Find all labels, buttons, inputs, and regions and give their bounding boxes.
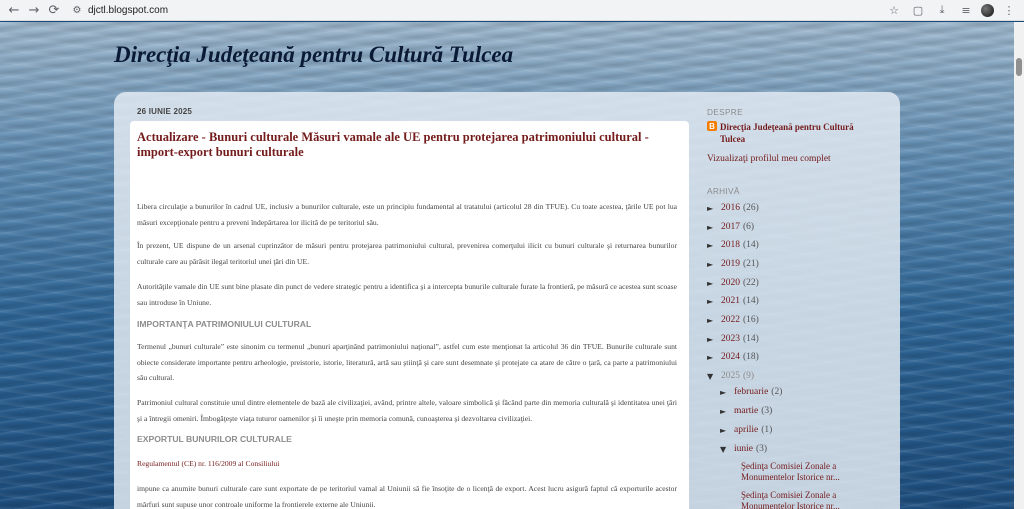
triangle-right-icon[interactable]: ► xyxy=(720,407,734,416)
archive-month-link[interactable]: aprilie xyxy=(734,425,758,435)
about-heading: DESPRE xyxy=(707,107,743,117)
triangle-right-icon[interactable]: ► xyxy=(707,279,721,288)
archive-year-link[interactable]: 2021 xyxy=(721,296,740,306)
archive-post-link[interactable]: Şedinţa Comisiei Zonale a Monumentelor I… xyxy=(741,490,871,509)
archive-month-link[interactable]: iunie xyxy=(734,444,753,454)
browser-toolbar: ← → ⟳ ⚙ djctl.blogspot.com ☆ ▢ ⤓ ≡ ⋮ xyxy=(0,0,1024,21)
post-date: 26 IUNIE 2025 xyxy=(137,107,193,116)
archive-year-link[interactable]: 2019 xyxy=(721,259,740,269)
triangle-right-icon[interactable]: ► xyxy=(707,335,721,344)
archive-month-item[interactable]: ► februarie (2) xyxy=(720,387,782,397)
post-card xyxy=(130,121,689,509)
archive-year-link[interactable]: 2023 xyxy=(721,334,740,344)
archive-year-link[interactable]: 2017 xyxy=(721,222,740,232)
site-info-icon[interactable]: ⚙ xyxy=(70,3,84,17)
archive-count: (2) xyxy=(771,387,783,397)
archive-count: (18) xyxy=(743,352,759,362)
post-paragraph: Termenul „bunuri culturale” este sinonim… xyxy=(137,342,677,382)
post-paragraph: Autorităţile vamale din UE sunt bine pla… xyxy=(137,282,677,307)
post-title[interactable]: Actualizare - Bunuri culturale Măsuri va… xyxy=(137,130,677,160)
archive-year-item[interactable]: ► 2023 (14) xyxy=(707,334,759,344)
archive-year-link[interactable]: 2025 xyxy=(721,371,740,381)
blogger-icon: B xyxy=(707,121,717,131)
triangle-right-icon[interactable]: ► xyxy=(720,426,734,435)
browser-actions: ☆ ▢ ⤓ ≡ ⋮ xyxy=(885,1,1018,19)
arrow-left-icon[interactable]: ← xyxy=(4,0,24,20)
archive-year-item[interactable]: ► 2022 (16) xyxy=(707,315,759,325)
profile-avatar[interactable] xyxy=(981,3,994,17)
view-profile-link[interactable]: Vizualizaţi profilul meu complet xyxy=(707,154,831,164)
post-paragraph: Patrimoniul cultural constituie unul din… xyxy=(137,398,677,423)
section-heading: EXPORTUL BUNURILOR CULTURALE xyxy=(137,434,292,444)
regulation-link[interactable]: Regulamentul (CE) nr. 116/2009 al Consil… xyxy=(137,459,279,468)
archive-year-link[interactable]: 2024 xyxy=(721,352,740,362)
triangle-right-icon[interactable]: ► xyxy=(707,353,721,362)
archive-year-link[interactable]: 2022 xyxy=(721,315,740,325)
archive-year-link[interactable]: 2020 xyxy=(721,278,740,288)
triangle-right-icon[interactable]: ► xyxy=(707,223,721,232)
star-icon[interactable]: ☆ xyxy=(885,1,903,19)
archive-post-link[interactable]: Şedinţa Comisiei Zonale a Monumentelor I… xyxy=(741,461,871,483)
section-heading: IMPORTANŢA PATRIMONIULUI CULTURAL xyxy=(137,319,312,329)
archive-count: (3) xyxy=(761,406,773,416)
archive-count: (6) xyxy=(743,222,755,232)
archive-count: (26) xyxy=(743,203,759,213)
archive-year-item[interactable]: ► 2021 (14) xyxy=(707,296,759,306)
archive-year-link[interactable]: 2018 xyxy=(721,240,740,250)
archive-month-item-expanded[interactable]: ▼ iunie (3) xyxy=(720,444,767,454)
archive-year-item[interactable]: ► 2024 (18) xyxy=(707,352,759,362)
page-scrollbar[interactable] xyxy=(1014,22,1024,509)
archive-month-link[interactable]: februarie xyxy=(734,387,768,397)
archive-count: (14) xyxy=(743,240,759,250)
puzzle-icon[interactable]: ▢ xyxy=(909,1,927,19)
archive-month-item[interactable]: ► martie (3) xyxy=(720,406,772,416)
archive-count: (3) xyxy=(756,444,768,454)
archive-year-item[interactable]: ► 2018 (14) xyxy=(707,240,759,250)
triangle-right-icon[interactable]: ► xyxy=(707,316,721,325)
blog-title[interactable]: Direcţia Judeţeană pentru Cultură Tulcea xyxy=(114,42,513,68)
profile-name-link[interactable]: Direcţia Judeţeană pentru Cultură Tulcea xyxy=(720,121,870,145)
download-icon[interactable]: ⤓ xyxy=(933,1,951,19)
reload-icon[interactable]: ⟳ xyxy=(44,0,64,20)
scrollbar-thumb[interactable] xyxy=(1016,58,1022,76)
archive-year-link[interactable]: 2016 xyxy=(721,203,740,213)
triangle-right-icon[interactable]: ► xyxy=(707,204,721,213)
post-paragraph: Libera circulaţie a bunurilor în cadrul … xyxy=(137,202,677,227)
triangle-right-icon[interactable]: ► xyxy=(707,297,721,306)
triangle-right-icon[interactable]: ► xyxy=(720,388,734,397)
archive-year-item[interactable]: ► 2016 (26) xyxy=(707,203,759,213)
address-bar[interactable]: djctl.blogspot.com xyxy=(88,5,168,16)
archive-year-item-expanded[interactable]: ▼ 2025 (9) xyxy=(707,371,754,381)
menu-dots-icon[interactable]: ⋮ xyxy=(1000,1,1018,19)
post-paragraph: În prezent, UE dispune de un arsenal cup… xyxy=(137,241,677,266)
arrow-right-icon[interactable]: → xyxy=(24,0,44,20)
archive-count: (14) xyxy=(743,334,759,344)
archive-year-item[interactable]: ► 2020 (22) xyxy=(707,278,759,288)
archive-count: (21) xyxy=(743,259,759,269)
archive-count: (1) xyxy=(761,425,773,435)
archive-count: (14) xyxy=(743,296,759,306)
triangle-down-icon[interactable]: ▼ xyxy=(720,445,734,454)
archive-year-item[interactable]: ► 2017 (6) xyxy=(707,222,754,232)
archive-count: (9) xyxy=(743,371,755,381)
archive-month-link[interactable]: martie xyxy=(734,406,758,416)
archive-heading: ARHIVĂ xyxy=(707,186,740,196)
archive-month-item[interactable]: ► aprilie (1) xyxy=(720,425,772,435)
media-control-icon[interactable]: ≡ xyxy=(957,1,975,19)
archive-count: (22) xyxy=(743,278,759,288)
archive-count: (16) xyxy=(743,315,759,325)
triangle-right-icon[interactable]: ► xyxy=(707,241,721,250)
archive-year-item[interactable]: ► 2019 (21) xyxy=(707,259,759,269)
triangle-right-icon[interactable]: ► xyxy=(707,260,721,269)
triangle-down-icon[interactable]: ▼ xyxy=(707,372,721,381)
post-paragraph: impune ca anumite bunuri culturale care … xyxy=(137,484,677,509)
